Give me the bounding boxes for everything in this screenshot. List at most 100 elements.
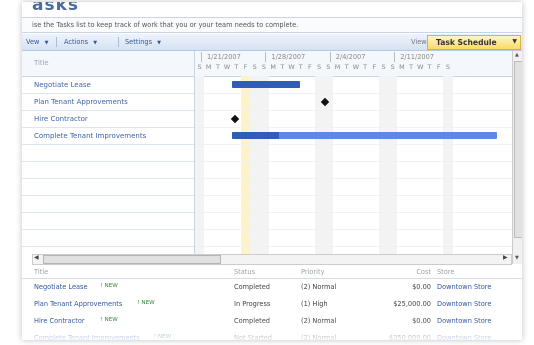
title-header-label: Title [34,59,49,67]
settings-dropdown-icon: ▼ [157,40,162,46]
grid-task-title[interactable]: Negotiate Lease [34,81,91,89]
empty-grid-row[interactable] [22,196,194,213]
list-cell-store[interactable]: Downtown Store [437,300,491,308]
empty-grid-row[interactable] [22,230,194,247]
day-letter: W [352,63,360,71]
settings-label: Settings [125,38,153,46]
empty-grid-row[interactable] [22,145,194,162]
day-letter: T [234,63,239,71]
column-header-status[interactable]: Status [234,268,255,276]
scroll-left-icon[interactable]: ◀ [34,254,39,261]
week-separator [394,52,396,62]
task-bar[interactable] [231,132,497,139]
scroll-right-icon[interactable]: ▶ [503,254,508,261]
empty-grid-row[interactable] [22,179,194,196]
grid-task-title[interactable]: Plan Tenant Approvements [34,98,128,106]
day-letter: S [317,63,322,71]
day-letter: T [215,63,220,71]
column-header-title[interactable]: Title [34,268,48,276]
day-letter: T [280,63,285,71]
list-row[interactable]: Negotiate Lease ! NEW Completed (2) Normal $… [22,279,522,295]
list-cell-title[interactable]: Negotiate Lease [34,283,88,291]
day-letter: S [381,63,386,71]
gantt-row-divider [195,212,512,213]
actions-label: Actions [64,38,89,46]
new-badge: ! NEW [100,283,118,289]
list-cell-store[interactable]: Downtown Store [437,283,491,291]
day-letter: F [436,63,441,71]
today-marker [241,76,251,264]
day-letter: S [197,63,202,71]
list-cell-cost: $0.00 [412,283,431,291]
list-cell-priority: (2) Normal [301,283,337,291]
empty-grid-row[interactable] [22,213,194,230]
description-bar: ise the Tasks list to keep track of work… [22,17,522,33]
horizontal-scroll-thumb[interactable] [43,255,221,264]
column-header-cost[interactable]: Cost [406,268,431,276]
week-label: 2/11/2007 [400,53,434,61]
day-letter: M [270,63,276,71]
title-column-header[interactable]: Title [22,51,194,77]
toolbar-divider [118,37,119,47]
scroll-up-icon[interactable]: ▲ [515,52,519,58]
vertical-scroll-thumb[interactable] [514,61,522,238]
page-description: ise the Tasks list to keep track of work… [32,21,299,29]
tasks-page: asks ise the Tasks list to keep track of… [22,2,522,340]
list-cell-title[interactable]: Plan Tenant Approvements [34,300,122,308]
gantt-row-divider [195,195,512,196]
list-toolbar: Vew ▼ Actions ▼ Settings ▼ View: Task Sc… [22,34,522,51]
weekend-column [259,76,269,264]
actions-menu-button[interactable]: Actions ▼ [64,38,97,46]
empty-grid-row[interactable] [22,162,194,179]
grid-task-title[interactable]: Complete Tenant Improvements [34,132,146,140]
grid-row[interactable]: Negotiate Lease [22,77,194,94]
column-header-store[interactable]: Store [437,268,454,276]
list-header: Title Status Priority Cost Store [22,266,522,279]
day-letter: M [334,63,341,71]
horizontal-scrollbar[interactable]: ◀ ▶ [32,254,512,265]
gantt-row-divider [195,93,512,94]
list-cell-status: In Progress [234,300,271,308]
new-menu-button[interactable]: Vew ▼ [26,38,48,46]
day-letter: S [252,63,257,71]
gantt-row-divider [195,110,512,111]
gantt-row-divider [195,178,512,179]
day-letter: M [205,63,212,71]
gantt-row-divider [195,161,512,162]
day-letter: W [288,63,295,71]
scroll-down-icon[interactable]: ▼ [515,255,519,261]
week-separator [201,52,202,62]
view-selector-value: Task Schedule [436,38,497,47]
list-row[interactable]: Plan Tenant Approvements ! NEW In Progress… [22,296,522,312]
day-letter: S [390,63,395,71]
grid-row[interactable]: Complete Tenant Improvements [22,128,194,145]
week-separator [329,52,331,62]
task-title-grid: Title Negotiate Lease Plan Tenant Approv… [22,51,195,264]
new-label: Vew [26,38,40,46]
day-letter: S [445,63,450,71]
day-letter: T [298,63,303,71]
day-letter: F [372,63,377,71]
day-letter: S [326,63,331,71]
grid-row[interactable]: Hire Contractor [22,111,194,128]
day-letter: F [308,63,312,71]
task-bar[interactable] [231,81,300,88]
new-badge: ! NEW [137,300,155,306]
week-label: 2/4/2007 [335,53,366,61]
vertical-scrollbar[interactable]: ▲ ▼ [512,51,522,264]
weekend-column [443,76,453,264]
day-letter: T [363,63,368,71]
milestone-marker[interactable] [231,114,240,124]
view-selector[interactable]: Task Schedule ▼ [427,35,521,50]
new-dropdown-icon: ▼ [44,40,49,46]
grid-row[interactable]: Plan Tenant Approvements [22,94,194,111]
task-progress [231,132,280,139]
list-cell-priority: (1) High [301,300,328,308]
week-label: 1/28/2007 [271,53,306,61]
day-letter: T [427,63,432,71]
weekend-column [250,76,260,264]
column-header-priority[interactable]: Priority [301,268,324,276]
settings-menu-button[interactable]: Settings ▼ [125,38,161,46]
grid-task-title[interactable]: Hire Contractor [34,115,88,123]
toolbar-divider [56,37,57,47]
